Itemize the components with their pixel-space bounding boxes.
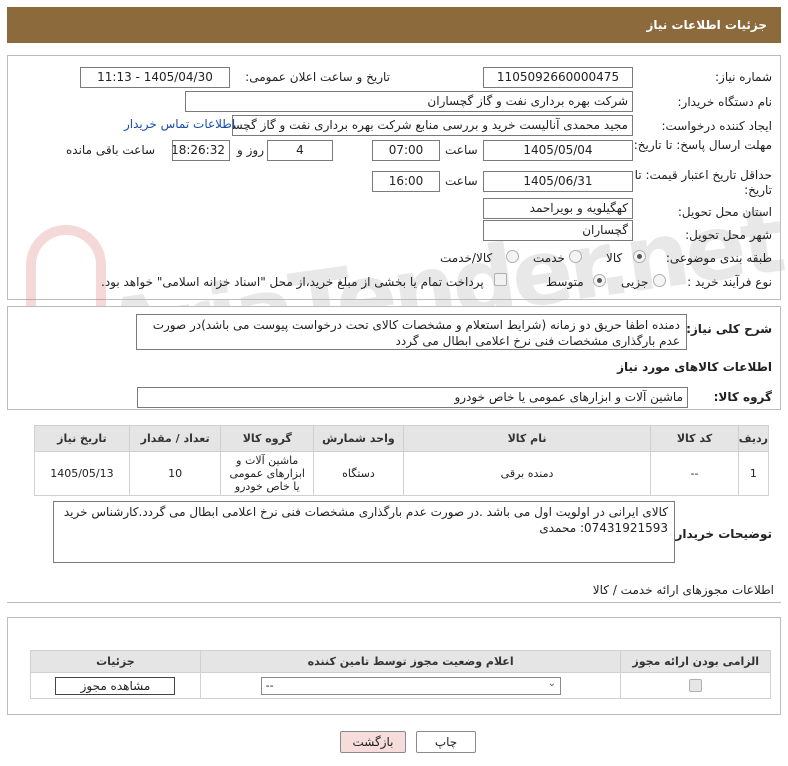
licenses-table: الزامی بودن ارائه مجوز اعلام وضعیت مجوز … [30, 650, 771, 699]
description-label: شرح کلی نیاز: [686, 322, 772, 336]
category-both-label: کالا/خدمت [440, 251, 493, 265]
col-name: نام کالا [402, 425, 652, 452]
cell-license-status: -- ⌄ [199, 672, 622, 699]
col-license-required: الزامی بودن ارائه مجوز [620, 650, 771, 673]
col-group: گروه کالا [220, 425, 315, 452]
validity-label: حداقل تاریخ اعتبار قیمت: تا تاریخ: [634, 168, 772, 197]
license-required-checkbox [689, 679, 703, 693]
back-button[interactable]: بازگشت [340, 731, 406, 753]
creator-field: مجید محمدی آنالیست خرید و بررسی منابع شر… [232, 115, 633, 136]
goods-table: ردیف کد کالا نام کالا واحد شمارش گروه کا… [34, 425, 770, 496]
announce-field: 1405/04/30 - 11:13 [80, 67, 230, 88]
buyer-notes-textarea: کالای ایرانی در اولویت اول می باشد .در ص… [53, 501, 675, 563]
cell-license-required [620, 672, 771, 699]
col-code: کد کالا [650, 425, 739, 452]
license-status-value: -- [265, 678, 274, 692]
need-number-field: 1105092660000475 [483, 67, 633, 88]
treasury-payment-label: پرداخت تمام یا بخشی از مبلغ خرید،از محل … [101, 275, 484, 289]
cell-name: دمنده برقی [402, 451, 652, 496]
province-label: استان محل تحویل: [677, 205, 772, 219]
category-label: طبقه بندی موضوعی: [665, 251, 772, 265]
cell-qty: 10 [128, 451, 222, 496]
category-both-radio[interactable] [506, 250, 519, 263]
city-field: گچساران [483, 220, 633, 241]
process-label: نوع فرآیند خرید : [687, 275, 772, 289]
col-license-status: اعلام وضعیت مجوز توسط تامین کننده [199, 650, 622, 673]
validity-time-label: ساعت [445, 174, 478, 188]
category-service-radio[interactable] [569, 250, 582, 263]
license-status-select[interactable]: -- ⌄ [260, 676, 561, 695]
process-minor-label: جزیی [621, 275, 649, 289]
category-service-label: خدمت [533, 251, 565, 265]
col-qty: تعداد / مقدار [128, 425, 222, 452]
creator-label: ایجاد کننده درخواست: [661, 119, 772, 133]
table-row: -- ⌄ مشاهده مجوز [30, 672, 771, 699]
description-textarea: دمنده اطفا حریق دو زمانه (شرایط استعلام … [136, 314, 687, 350]
days-field: 4 [267, 140, 333, 161]
page-title: جزئیات اطلاعات نیاز [646, 18, 767, 32]
cell-row: 1 [737, 451, 770, 496]
province-field: کهگیلویه و بویراحمد [483, 198, 633, 219]
remaining-label: ساعت باقی مانده [66, 143, 156, 157]
goods-table-header: ردیف کد کالا نام کالا واحد شمارش گروه کا… [34, 425, 770, 452]
deadline-label: مهلت ارسال پاسخ: تا تاریخ: [633, 138, 772, 152]
process-minor-radio[interactable] [653, 274, 666, 287]
contact-info-link[interactable]: اطلاعات تماس خریدار [124, 117, 235, 131]
buyer-org-label: نام دستگاه خریدار: [677, 95, 773, 109]
licenses-divider [7, 602, 781, 603]
category-goods-label: کالا [606, 251, 623, 265]
table-row: 1 -- دمنده برقی دستگاه ماشین آلات و ابزا… [34, 451, 770, 496]
cell-code: -- [650, 451, 739, 496]
col-unit: واحد شمارش [313, 425, 404, 452]
deadline-time-field: 07:00 [372, 140, 440, 161]
validity-time-field: 16:00 [372, 171, 440, 192]
goods-group-label: گروه کالا: [713, 390, 772, 404]
days-label: روز و [237, 143, 264, 157]
goods-section-title: اطلاعات کالاهای مورد نیاز [617, 360, 772, 374]
validity-date-field: 1405/06/31 [483, 171, 633, 192]
deadline-time-label: ساعت [445, 143, 478, 157]
col-date: تاریخ نیاز [34, 425, 130, 452]
col-row: ردیف [737, 425, 770, 452]
remaining-time-field: 18:26:32 [172, 140, 230, 161]
goods-group-field: ماشین آلات و ابزارهای عمومی یا خاص خودرو [137, 387, 688, 408]
cell-license-details: مشاهده مجوز [30, 672, 201, 699]
treasury-payment-checkbox[interactable] [494, 273, 507, 286]
buyer-notes-label: توضیحات خریدار: [670, 527, 772, 541]
licenses-table-header: الزامی بودن ارائه مجوز اعلام وضعیت مجوز … [30, 650, 771, 673]
print-button[interactable]: چاپ [416, 731, 476, 753]
process-medium-label: متوسط [546, 275, 584, 289]
cell-unit: دستگاه [313, 451, 404, 496]
process-medium-radio[interactable] [593, 274, 606, 287]
buyer-org-field: شرکت بهره برداری نفت و گاز گچساران [185, 91, 633, 112]
col-license-details: جزئیات [30, 650, 201, 673]
announce-label: تاریخ و ساعت اعلان عمومی: [245, 70, 390, 84]
page-header: جزئیات اطلاعات نیاز [7, 7, 781, 43]
category-goods-radio[interactable] [633, 250, 646, 263]
view-license-button[interactable]: مشاهده مجوز [55, 676, 176, 695]
chevron-down-icon: ⌄ [547, 677, 557, 689]
licenses-section-title: اطلاعات مجوزهای ارائه خدمت / کالا [592, 583, 774, 597]
cell-date: 1405/05/13 [34, 451, 130, 496]
need-number-label: شماره نیاز: [715, 70, 772, 84]
deadline-date-field: 1405/05/04 [483, 140, 633, 161]
cell-group: ماشین آلات و ابزارهای عمومی یا خاص خودرو [220, 451, 315, 496]
city-label: شهر محل تحویل: [685, 228, 772, 242]
